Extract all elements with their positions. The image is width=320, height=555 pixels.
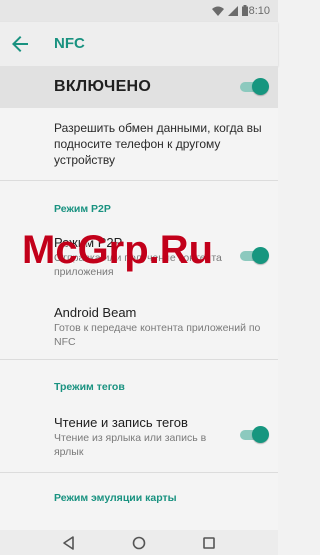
read-write-tags-toggle[interactable] bbox=[240, 426, 269, 444]
divider bbox=[0, 359, 278, 360]
tags-toggle-thumb bbox=[252, 426, 269, 443]
section-header-tags: Трежим тегов bbox=[54, 381, 125, 393]
android-beam-title: Android Beam bbox=[54, 305, 137, 320]
divider bbox=[0, 180, 278, 181]
master-switch-label: ВКЛЮЧЕНО bbox=[54, 78, 152, 95]
p2p-toggle-thumb bbox=[252, 247, 269, 264]
nav-bar bbox=[0, 530, 278, 555]
nfc-description: Разрешить обмен данными, когда вы поднос… bbox=[54, 121, 262, 167]
master-toggle-thumb bbox=[252, 78, 269, 95]
signal-icon bbox=[228, 5, 238, 16]
arrow-back-icon[interactable] bbox=[8, 32, 32, 56]
p2p-mode-toggle[interactable] bbox=[240, 247, 269, 265]
status-time: 8:10 bbox=[248, 5, 270, 17]
recents-square-icon[interactable] bbox=[201, 535, 217, 551]
divider bbox=[0, 472, 278, 473]
read-write-tags-subtitle: Чтение из ярлыка или запись в ярлык bbox=[54, 432, 207, 458]
back-triangle-icon[interactable] bbox=[61, 535, 77, 551]
watermark: McGrp.Ru bbox=[22, 228, 214, 272]
read-write-tags-title: Чтение и запись тегов bbox=[54, 415, 188, 430]
status-icons bbox=[212, 5, 248, 16]
status-bar: 8:10 bbox=[0, 0, 278, 22]
app-bar: NFC bbox=[0, 22, 278, 66]
section-header-p2p: Режим P2P bbox=[54, 203, 111, 215]
page-title: NFC bbox=[54, 35, 85, 52]
home-circle-icon[interactable] bbox=[131, 535, 147, 551]
master-toggle[interactable] bbox=[240, 78, 269, 96]
android-beam-subtitle: Готов к передаче контента приложений по … bbox=[54, 322, 261, 348]
battery-icon bbox=[242, 5, 248, 16]
settings-list: Разрешить обмен данными, когда вы поднос… bbox=[0, 108, 278, 530]
section-header-card-emulation: Режим эмуляции карты bbox=[54, 492, 177, 504]
master-switch-row[interactable]: ВКЛЮЧЕНО bbox=[0, 66, 278, 108]
wifi-icon bbox=[212, 6, 224, 16]
